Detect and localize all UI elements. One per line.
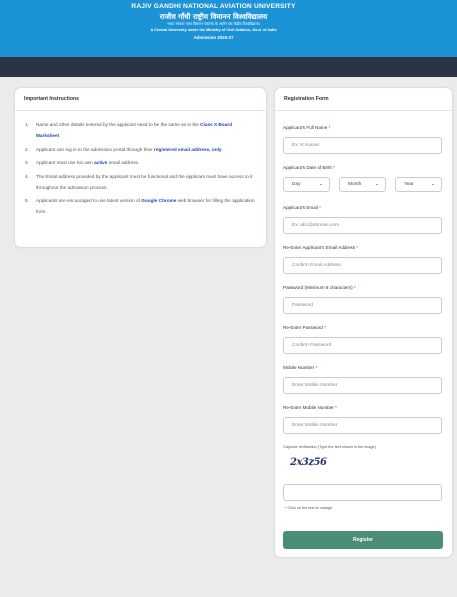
dob-label: Applicant's Date of Birth * (283, 165, 335, 170)
instruction-item: 1. Name and other details entered by the … (25, 122, 232, 138)
reemail-label: Re-Enter Applicant's Email Address * (283, 245, 359, 250)
chevron-down-icon: ⌄ (318, 181, 323, 187)
chevron-down-icon: ⌄ (374, 181, 379, 187)
repassword-label: Re-Enter Password * (283, 325, 326, 330)
dob-day-select[interactable]: Day ⌄ (283, 177, 330, 192)
register-button[interactable]: Register (283, 531, 443, 549)
instruction-item: 3. Applicant must use his own active emai… (25, 160, 140, 165)
instruction-item: 5. Applicants are encouraged to use lates… (25, 198, 255, 214)
instruction-item: 2. Applicant can log in to the admission … (25, 146, 223, 152)
instructions-card: Important Instructions 1. Name and other … (15, 88, 266, 247)
captcha-label: Captcha Verification (Type the text show… (283, 445, 376, 449)
mobile-label: Mobile Number * (283, 365, 318, 370)
site-header: RAJIV GANDHI NATIONAL AVIATION UNIVERSIT… (0, 0, 457, 57)
chevron-down-icon: ⌄ (430, 181, 435, 187)
admission-year: Admission 2026-27 (193, 35, 234, 40)
reemail-input[interactable]: Confirm Email Address (283, 257, 442, 274)
university-subtitle: A Central University under the Ministry … (150, 28, 277, 32)
registration-card: Registration Form Applicant's Full Name … (275, 88, 452, 557)
registration-heading: Registration Form (275, 88, 452, 111)
remobile-input[interactable]: Enter Mobile Number (283, 417, 442, 434)
email-label: Applicant's Email * (283, 205, 321, 210)
captcha-hint: * Click on the text to change (285, 506, 333, 510)
captcha-input[interactable] (283, 484, 442, 501)
email-input[interactable]: Ex: abc@domain.com (283, 217, 442, 234)
captcha-image[interactable]: 2x3z56 (290, 457, 327, 468)
university-title-hindi: राजीव गाँधी राष्ट्रीय विमानन विश्वविद्या… (159, 12, 268, 21)
university-subtitle-hindi: भारत सरकार नागर विमानन मंत्रालय के अधीन … (167, 22, 260, 26)
repassword-input[interactable]: Confirm Password (283, 337, 442, 354)
instructions-heading: Important Instructions (15, 88, 266, 111)
instructions-list: 1. Name and other details entered by the … (15, 111, 266, 217)
remobile-label: Re-Enter Mobile Number * (283, 405, 337, 410)
mobile-input[interactable]: Enter Mobile Number (283, 377, 442, 394)
instruction-item: 4. The Email address provided by the appl… (25, 173, 253, 190)
dob-year-select[interactable]: Year ⌄ (395, 177, 442, 192)
full-name-label: Applicant's Full Name * (283, 125, 331, 130)
university-title: RAJIV GANDHI NATIONAL AVIATION UNIVERSIT… (131, 3, 296, 10)
password-label: Password (Minimum 8 characters) * (283, 285, 356, 290)
full-name-input[interactable]: Ex: R Kumar (283, 137, 442, 154)
password-input[interactable]: Password (283, 297, 442, 314)
nav-bar (0, 57, 457, 77)
dob-month-select[interactable]: Month ⌄ (339, 177, 386, 192)
